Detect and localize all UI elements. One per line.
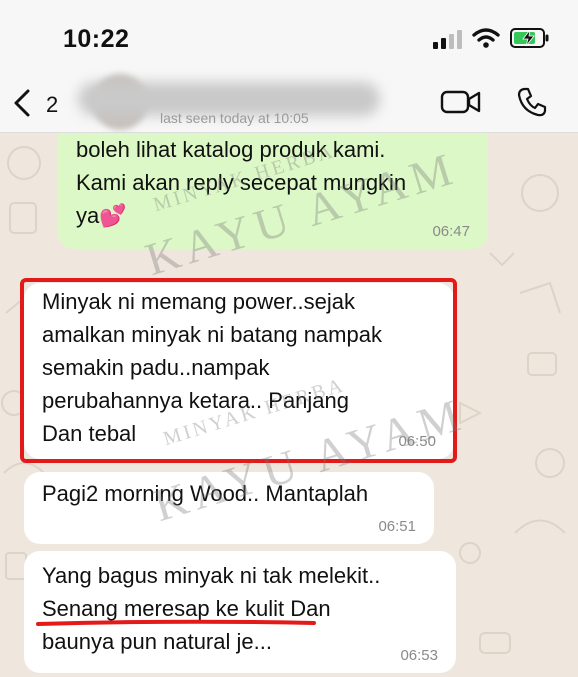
status-bar: 10:22 [0, 0, 578, 72]
chat-header: 2 last seen today at 10:05 [0, 72, 578, 133]
red-underline-annotation [36, 619, 316, 626]
chat-area[interactable]: boleh lihat katalog produk kami. Kami ak… [0, 133, 578, 677]
unread-chat-count[interactable]: 2 [46, 92, 58, 118]
message-time: 06:51 [378, 518, 416, 535]
last-seen-status: last seen today at 10:05 [160, 110, 309, 126]
message-time: 06:47 [432, 223, 470, 240]
back-chevron-icon[interactable] [10, 88, 36, 118]
message-time: 06:53 [400, 647, 438, 664]
incoming-message-bubble[interactable]: Yang bagus minyak ni tak melekit.. Senan… [24, 551, 456, 673]
message-text-line: baunya pun natural je... [42, 629, 272, 654]
voice-call-icon[interactable] [516, 86, 548, 118]
status-time: 10:22 [63, 25, 130, 53]
wifi-icon [472, 28, 500, 48]
message-text-line: Yang bagus minyak ni tak melekit.. [42, 563, 381, 588]
video-call-icon[interactable] [440, 88, 482, 116]
battery-charging-icon [510, 28, 549, 48]
cellular-signal-icon [433, 30, 462, 49]
